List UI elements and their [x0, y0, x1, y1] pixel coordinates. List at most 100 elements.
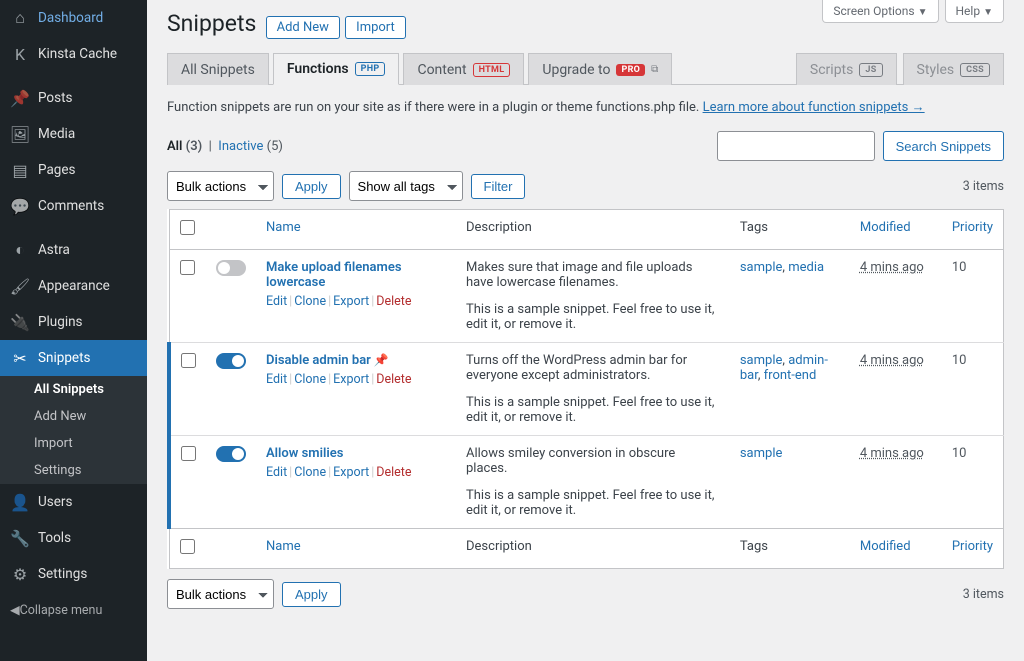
priority-cell: 10: [942, 436, 1004, 529]
tab-content[interactable]: ContentHTML: [403, 53, 524, 85]
clone-link[interactable]: Clone: [294, 465, 326, 480]
row-checkbox[interactable]: [181, 446, 196, 461]
admin-sidebar: ⌂Dashboard KKinsta Cache 📌Posts 🖼Media ▤…: [0, 0, 147, 661]
clone-link[interactable]: Clone: [294, 294, 326, 309]
filter-button[interactable]: Filter: [471, 174, 526, 199]
select-all-bottom[interactable]: [180, 539, 195, 554]
view-all[interactable]: All (3): [167, 139, 202, 154]
comments-icon: 💬: [10, 196, 30, 216]
media-icon: 🖼: [10, 124, 30, 144]
view-inactive[interactable]: Inactive (5): [218, 139, 283, 154]
search-snippets-button[interactable]: Search Snippets: [883, 131, 1004, 161]
activate-toggle[interactable]: [216, 353, 246, 369]
sidebar-item-appearance[interactable]: 🖌Appearance: [0, 268, 147, 304]
list-views: All (3) | Inactive (5): [167, 139, 283, 154]
delete-link[interactable]: Delete: [376, 465, 411, 480]
submenu-all-snippets[interactable]: All Snippets: [0, 376, 147, 403]
delete-link[interactable]: Delete: [376, 294, 411, 309]
snippet-description: Makes sure that image and file uploads h…: [466, 260, 720, 290]
export-link[interactable]: Export: [333, 465, 369, 480]
row-checkbox[interactable]: [181, 353, 196, 368]
row-checkbox[interactable]: [180, 260, 195, 275]
edit-link[interactable]: Edit: [266, 465, 287, 480]
sidebar-item-astra[interactable]: ◐Astra: [0, 232, 147, 268]
sidebar-item-comments[interactable]: 💬Comments: [0, 188, 147, 224]
tab-upgrade[interactable]: Upgrade toPRO⧉: [528, 53, 672, 85]
sidebar-item-label: Tools: [38, 530, 71, 546]
tag-link[interactable]: sample: [740, 353, 783, 368]
bulk-actions-select-top[interactable]: Bulk actions: [167, 171, 274, 201]
select-all-top[interactable]: [180, 220, 195, 235]
screen-options-tab[interactable]: Screen Options▼: [822, 0, 938, 23]
bulk-actions-select-bottom[interactable]: Bulk actions: [167, 579, 274, 609]
edit-link[interactable]: Edit: [266, 294, 287, 309]
col-name-foot[interactable]: Name: [266, 539, 301, 554]
collapse-menu[interactable]: ◀Collapse menu: [0, 592, 147, 628]
js-badge: JS: [859, 63, 882, 77]
tag-link[interactable]: front-end: [764, 368, 817, 383]
activate-toggle[interactable]: [216, 260, 246, 276]
html-badge: HTML: [473, 63, 511, 77]
sidebar-item-dashboard[interactable]: ⌂Dashboard: [0, 0, 147, 36]
col-priority[interactable]: Priority: [952, 220, 993, 235]
delete-link[interactable]: Delete: [376, 372, 411, 387]
tab-description: Function snippets are run on your site a…: [167, 99, 1004, 115]
tab-functions[interactable]: FunctionsPHP: [273, 53, 400, 85]
sidebar-item-snippets[interactable]: ✂Snippets: [0, 340, 147, 376]
col-modified[interactable]: Modified: [860, 220, 911, 235]
col-name[interactable]: Name: [266, 220, 301, 235]
submenu-add-new[interactable]: Add New: [0, 403, 147, 430]
sidebar-item-kinsta[interactable]: KKinsta Cache: [0, 36, 147, 72]
submenu-settings[interactable]: Settings: [0, 457, 147, 484]
snippet-type-tabs: All Snippets FunctionsPHP ContentHTML Up…: [167, 53, 1004, 85]
user-icon: 👤: [10, 492, 30, 512]
items-count-bottom: 3 items: [963, 587, 1004, 602]
sidebar-item-pages[interactable]: ▤Pages: [0, 152, 147, 188]
add-new-button[interactable]: Add New: [266, 16, 340, 39]
sidebar-item-tools[interactable]: 🔧Tools: [0, 520, 147, 556]
submenu-import[interactable]: Import: [0, 430, 147, 457]
tab-styles[interactable]: StylesCSS: [903, 53, 1004, 85]
sidebar-item-label: Dashboard: [38, 10, 103, 26]
snippet-title-link[interactable]: Make upload filenames lowercase: [266, 260, 402, 290]
sidebar-item-label: Pages: [38, 162, 76, 178]
sidebar-item-posts[interactable]: 📌Posts: [0, 80, 147, 116]
tab-scripts[interactable]: ScriptsJS: [796, 53, 897, 85]
sidebar-item-media[interactable]: 🖼Media: [0, 116, 147, 152]
activate-toggle[interactable]: [216, 446, 246, 462]
snippet-note: This is a sample snippet. Feel free to u…: [466, 302, 720, 332]
snippet-title-link[interactable]: Disable admin bar: [266, 353, 371, 368]
apply-bulk-top[interactable]: Apply: [282, 174, 341, 199]
help-tab[interactable]: Help▼: [945, 0, 1005, 23]
sidebar-item-settings[interactable]: ⚙Settings: [0, 556, 147, 592]
snippet-description: Allows smiley conversion in obscure plac…: [466, 446, 720, 476]
export-link[interactable]: Export: [333, 294, 369, 309]
col-tags: Tags: [730, 210, 850, 250]
sidebar-item-label: Astra: [38, 242, 70, 258]
snippet-note: This is a sample snippet. Feel free to u…: [466, 488, 720, 518]
learn-more-link[interactable]: Learn more about function snippets →: [703, 100, 925, 115]
pro-badge: PRO: [616, 64, 645, 76]
col-modified-foot[interactable]: Modified: [860, 539, 911, 554]
import-button[interactable]: Import: [345, 16, 406, 39]
tag-link[interactable]: sample: [740, 260, 783, 275]
edit-link[interactable]: Edit: [266, 372, 287, 387]
tag-link[interactable]: sample: [740, 446, 783, 461]
export-link[interactable]: Export: [333, 372, 369, 387]
modified-cell: 4 mins ago: [850, 343, 942, 436]
sidebar-item-label: Users: [38, 494, 72, 510]
sidebar-item-users[interactable]: 👤 Users: [0, 484, 147, 520]
snippet-title-link[interactable]: Allow smilies: [266, 446, 343, 461]
row-actions: Edit|Clone|Export|Delete: [266, 372, 446, 387]
tab-all-snippets[interactable]: All Snippets: [167, 53, 269, 85]
sidebar-item-plugins[interactable]: 🔌Plugins: [0, 304, 147, 340]
clone-link[interactable]: Clone: [294, 372, 326, 387]
search-snippets-input[interactable]: [717, 131, 875, 161]
col-priority-foot[interactable]: Priority: [952, 539, 993, 554]
items-count-top: 3 items: [963, 179, 1004, 194]
sidebar-item-label: Kinsta Cache: [38, 46, 117, 62]
tag-filter-select[interactable]: Show all tags: [349, 171, 463, 201]
pin-icon: 📌: [374, 353, 389, 367]
apply-bulk-bottom[interactable]: Apply: [282, 582, 341, 607]
tag-link[interactable]: media: [788, 260, 824, 275]
